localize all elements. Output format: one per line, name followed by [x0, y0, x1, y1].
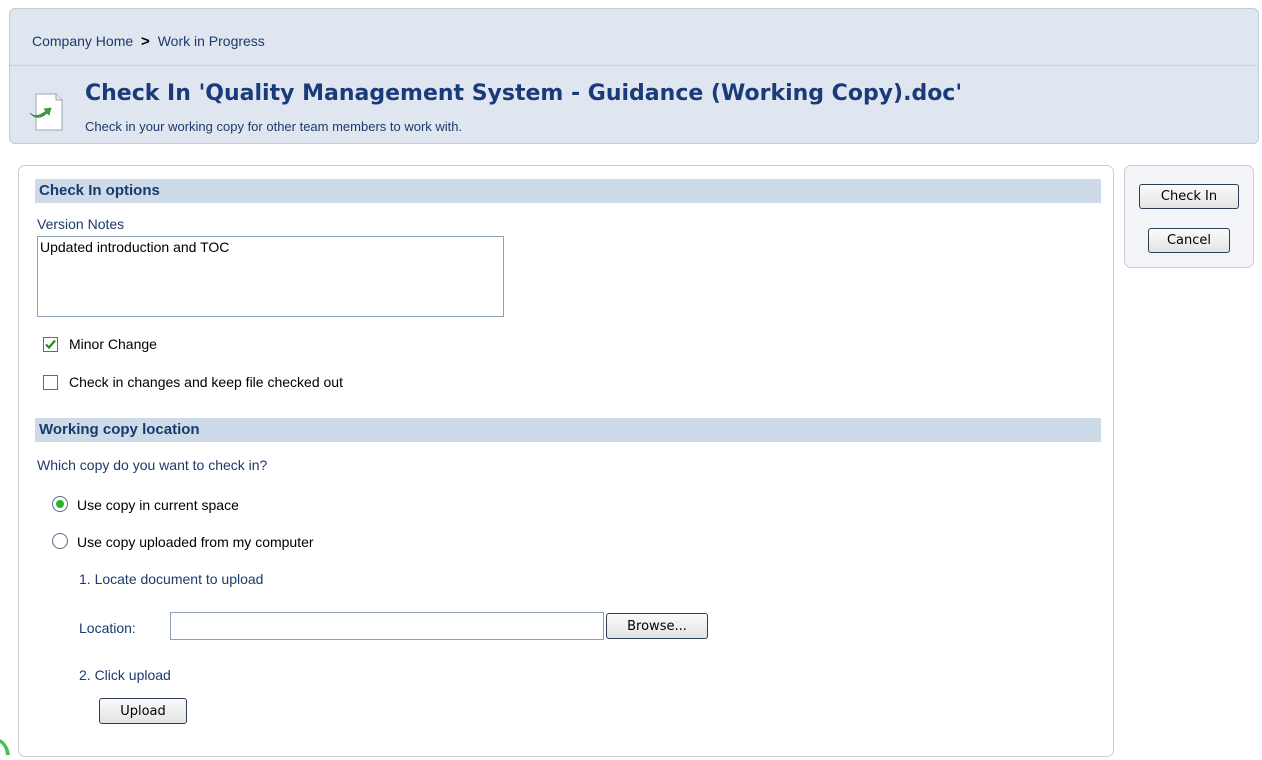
cancel-button[interactable]: Cancel	[1148, 228, 1230, 253]
breadcrumb-item-work-in-progress[interactable]: Work in Progress	[158, 33, 265, 49]
keep-checked-out-label: Check in changes and keep file checked o…	[69, 374, 343, 390]
version-notes-label: Version Notes	[37, 216, 125, 232]
use-uploaded-copy-radio[interactable]	[52, 533, 68, 549]
page-title: Check In 'Quality Management System - Gu…	[85, 81, 963, 106]
breadcrumb-item-company-home[interactable]: Company Home	[32, 33, 133, 49]
breadcrumb-separator: >	[141, 33, 150, 50]
minor-change-checkbox[interactable]	[43, 337, 58, 352]
minor-change-label: Minor Change	[69, 336, 157, 352]
use-current-space-radio[interactable]	[52, 496, 68, 512]
breadcrumb: Company Home > Work in Progress	[32, 33, 265, 50]
use-current-space-label: Use copy in current space	[77, 497, 239, 513]
checkmark-icon	[45, 339, 56, 350]
radio-selected-dot	[56, 500, 64, 508]
header-panel: Company Home > Work in Progress Check In…	[9, 8, 1259, 144]
keep-checked-out-checkbox[interactable]	[43, 375, 58, 390]
upload-button[interactable]: Upload	[99, 698, 187, 724]
location-input[interactable]	[170, 612, 604, 640]
action-panel: Check In Cancel	[1124, 165, 1254, 268]
working-copy-location-header: Working copy location	[35, 418, 1101, 442]
browse-button[interactable]: Browse...	[606, 613, 708, 639]
use-uploaded-copy-label: Use copy uploaded from my computer	[77, 534, 314, 550]
decorative-swoosh-icon	[0, 739, 10, 755]
document-checkin-icon	[29, 93, 63, 131]
location-label: Location:	[79, 620, 136, 636]
which-copy-question: Which copy do you want to check in?	[37, 457, 268, 473]
check-in-options-header: Check In options	[35, 179, 1101, 203]
check-in-form-panel: Check In options Version Notes Updated i…	[18, 165, 1114, 757]
check-in-button[interactable]: Check In	[1139, 184, 1239, 209]
version-notes-textarea[interactable]: Updated introduction and TOC	[37, 236, 504, 317]
header-divider	[10, 65, 1258, 66]
step-locate-document: 1. Locate document to upload	[79, 571, 264, 587]
page-subtitle: Check in your working copy for other tea…	[85, 119, 463, 134]
step-click-upload: 2. Click upload	[79, 667, 171, 683]
